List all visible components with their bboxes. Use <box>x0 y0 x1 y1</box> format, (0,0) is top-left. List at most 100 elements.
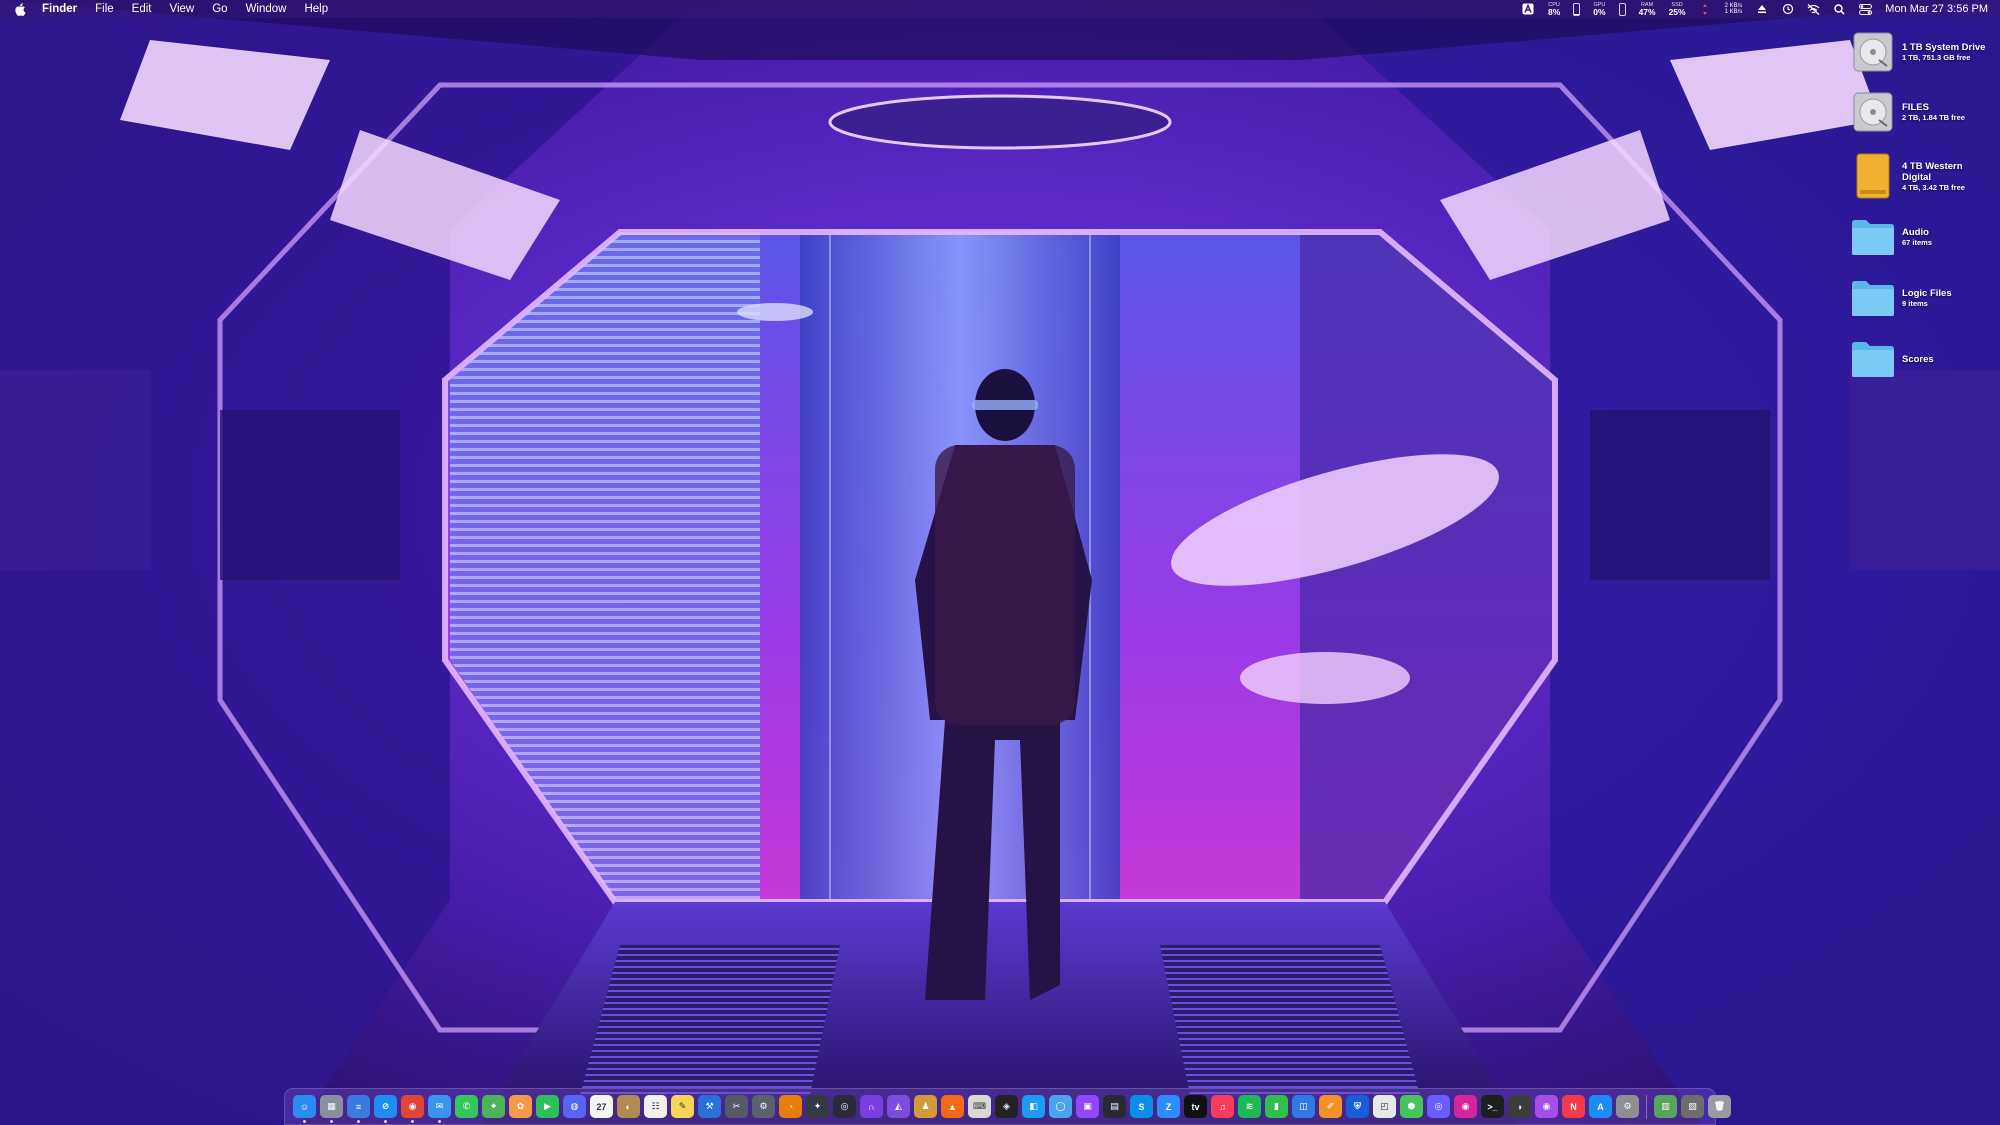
dock-app-character-icon[interactable]: ♟ <box>914 1095 937 1118</box>
dock-app-quicktime-icon[interactable]: ◯ <box>1049 1095 1072 1118</box>
dock-app-logic-icon[interactable]: ◑ <box>1508 1095 1531 1118</box>
dock-app-mail-icon[interactable]: ✉ <box>428 1095 451 1123</box>
menu-app-name[interactable]: Finder <box>40 0 86 18</box>
desktop-icon-scores-folder[interactable]: Scores <box>1850 331 2000 387</box>
dock-app-reminders-icon[interactable]: ☷ <box>644 1095 667 1118</box>
ram-label: RAM <box>1640 2 1654 8</box>
desktop-icon-files-drive[interactable]: FILES 2 TB, 1.84 TB free <box>1850 84 2000 140</box>
dock-app-calendar-icon[interactable]: 27 <box>590 1095 613 1118</box>
control-center-icon[interactable] <box>1859 3 1873 16</box>
network-activity-icon[interactable] <box>1699 3 1712 16</box>
gpu-stat[interactable]: GPU 0% <box>1593 2 1605 16</box>
desktop-icon-info: 1 TB, 751.3 GB free <box>1902 53 1971 62</box>
dock-app-zoom-icon[interactable]: Z <box>1157 1095 1180 1118</box>
dock-app-activity-icon[interactable]: ◈ <box>995 1095 1018 1118</box>
dock-app-terminal-icon[interactable]: >_ <box>1481 1095 1504 1118</box>
dock-app-maps-icon[interactable]: ⌖ <box>482 1095 505 1118</box>
menu-view[interactable]: View <box>161 0 204 18</box>
ram-stat[interactable]: RAM 47% <box>1639 2 1656 16</box>
desktop-icon-name: Scores <box>1902 353 1934 365</box>
dock-app-finder-icon[interactable]: ☺ <box>293 1095 316 1123</box>
cpu-stat[interactable]: CPU 8% <box>1548 2 1560 16</box>
desktop-icon-system-drive[interactable]: 1 TB System Drive 1 TB, 751.3 GB free <box>1850 24 2000 80</box>
hard-drive-icon <box>1850 29 1896 75</box>
dock-app-photos-icon[interactable]: ✿ <box>509 1095 532 1118</box>
dock-app-terminal-pro-icon[interactable]: ▤ <box>1103 1095 1126 1118</box>
dock-app-obs-icon[interactable]: ◎ <box>833 1095 856 1118</box>
spotlight-search-icon[interactable] <box>1833 3 1846 16</box>
menu-go[interactable]: Go <box>203 0 236 18</box>
dock-app-notes-icon[interactable]: ✎ <box>671 1095 694 1118</box>
desktop-icon-western-digital[interactable]: 4 TB Western Digital 4 TB, 3.42 TB free <box>1850 148 2000 204</box>
ram-value: 47% <box>1638 7 1656 17</box>
dock-app-preview-icon[interactable]: ◰ <box>1373 1095 1396 1118</box>
dock-app-discord-icon[interactable]: ◍ <box>563 1095 586 1118</box>
dock-app-messages-icon[interactable]: ✆ <box>455 1095 478 1118</box>
desktop-icon-audio-folder[interactable]: Audio 67 items <box>1850 209 2000 265</box>
dock-app-trash-icon[interactable]: 🗑 <box>1708 1095 1731 1118</box>
desktop-icon-name: 4 TB Western Digital <box>1902 160 1963 183</box>
dock-app-xcode-icon[interactable]: ⚒ <box>698 1095 721 1118</box>
dock-app-skype-icon[interactable]: S <box>1130 1095 1153 1118</box>
dock-app-steam-icon[interactable]: ⚙ <box>752 1095 775 1118</box>
dock-app-downloads-stack-icon[interactable]: ▥ <box>1654 1095 1677 1118</box>
dock-app-apple-tv-icon[interactable]: tv <box>1184 1095 1207 1118</box>
dock-app-twitch-icon[interactable]: ▣ <box>1076 1095 1099 1118</box>
dock-app-safari-icon[interactable]: ⊘ <box>374 1095 397 1123</box>
apple-menu-icon[interactable] <box>14 2 26 16</box>
font-menu-icon[interactable] <box>1522 3 1535 16</box>
dock-app-portal-icon[interactable]: ◎ <box>1427 1095 1450 1118</box>
desktop-icon-logic-files-folder[interactable]: Logic Files 9 items <box>1850 270 2000 326</box>
network-down: 1 KB/s <box>1724 9 1743 15</box>
dock-app-numbers-icon[interactable]: ▮ <box>1265 1095 1288 1118</box>
dock-app-keynote-icon[interactable]: ◫ <box>1292 1095 1315 1118</box>
dock-stacks: ▥ ▧ 🗑 <box>1652 1095 1733 1118</box>
dock: ☺ ▦ ≡ ⊘ ◉ ✉ ✆ ⌖ ✿ ▶ ◍ 27 ◐ ☷ ✎ ⚒ ✂ ⚙ ◔ ✦ ◎ ∩ ◭ ♟ ▲ ⌨ ◈ ◧ ◯ ▣ ▤ S Ztv ♫ ≋ ▮ ◫… <box>284 1088 1731 1125</box>
dock-app-spotify-icon[interactable]: ≋ <box>1238 1095 1261 1118</box>
gpu-label: GPU <box>1593 2 1606 8</box>
dock-app-affinity-icon[interactable]: ◭ <box>887 1095 910 1118</box>
dock-app-blender-icon[interactable]: ◔ <box>779 1095 802 1118</box>
dock-app-music-icon[interactable]: ♫ <box>1211 1095 1234 1118</box>
wifi-off-icon[interactable] <box>1807 3 1820 16</box>
dock-app-app-store-connect-icon[interactable]: ◧ <box>1022 1095 1045 1118</box>
ssd-stat[interactable]: SSD 25% <box>1669 2 1686 16</box>
menu-file[interactable]: File <box>86 0 123 18</box>
dock-app-pages-icon[interactable]: ✐ <box>1319 1095 1342 1118</box>
hard-drive-icon <box>1850 89 1896 135</box>
dock-app-facetime-icon[interactable]: ▶ <box>536 1095 559 1118</box>
dock-app-settings-icon[interactable]: ⚙ <box>1616 1095 1639 1118</box>
menu-help[interactable]: Help <box>295 0 337 18</box>
dock-app-brave-icon[interactable]: ▲ <box>941 1095 964 1118</box>
dock-app-contacts-icon[interactable]: ◐ <box>617 1095 640 1118</box>
desktop-icon-name: FILES <box>1902 102 1929 113</box>
cpu-value: 8% <box>1547 7 1561 17</box>
menu-clock[interactable]: Mon Mar 27 3:56 PM <box>1885 3 1988 15</box>
cpu-label: CPU <box>1548 2 1560 8</box>
menu-window[interactable]: Window <box>237 0 296 18</box>
dock-app-instruments-icon[interactable]: ✂ <box>725 1095 748 1118</box>
dock-app-app-store-icon[interactable]: A <box>1589 1095 1612 1118</box>
dock-app-instagram-icon[interactable]: ◉ <box>1454 1095 1477 1118</box>
time-machine-icon[interactable] <box>1781 3 1794 16</box>
network-stat[interactable]: 2 KB/s 1 KB/s <box>1725 3 1743 15</box>
dock-separator <box>1646 1094 1647 1119</box>
dock-app-podcasts-icon[interactable]: ◉ <box>1535 1095 1558 1118</box>
dock-app-news-icon[interactable]: N <box>1562 1095 1585 1118</box>
desktop-icon-name: Logic Files <box>1902 288 1952 299</box>
desktop-icon-name: 1 TB System Drive <box>1902 42 1986 53</box>
dock-app-arc-icon[interactable]: ∩ <box>860 1095 883 1118</box>
dock-app-keyboard-icon[interactable]: ⌨ <box>968 1095 991 1118</box>
dock-app-bitwarden-icon[interactable]: ⛨ <box>1346 1095 1369 1118</box>
desktop-icon-info: 67 items <box>1902 238 1933 247</box>
menu-bar: Finder File Edit View Go Window Help CPU… <box>0 0 2000 18</box>
dock-app-cube-icon[interactable]: ⬢ <box>1400 1095 1423 1118</box>
menu-edit[interactable]: Edit <box>123 0 161 18</box>
dock-app-recent-stack-icon[interactable]: ▧ <box>1681 1095 1704 1118</box>
eject-icon[interactable] <box>1755 3 1768 16</box>
dock-app-launchpad-icon[interactable]: ▦ <box>320 1095 343 1123</box>
dock-app-tool-icon[interactable]: ✦ <box>806 1095 829 1118</box>
folder-icon <box>1850 336 1896 382</box>
dock-app-files-icon[interactable]: ≡ <box>347 1095 370 1123</box>
dock-app-chrome-icon[interactable]: ◉ <box>401 1095 424 1123</box>
